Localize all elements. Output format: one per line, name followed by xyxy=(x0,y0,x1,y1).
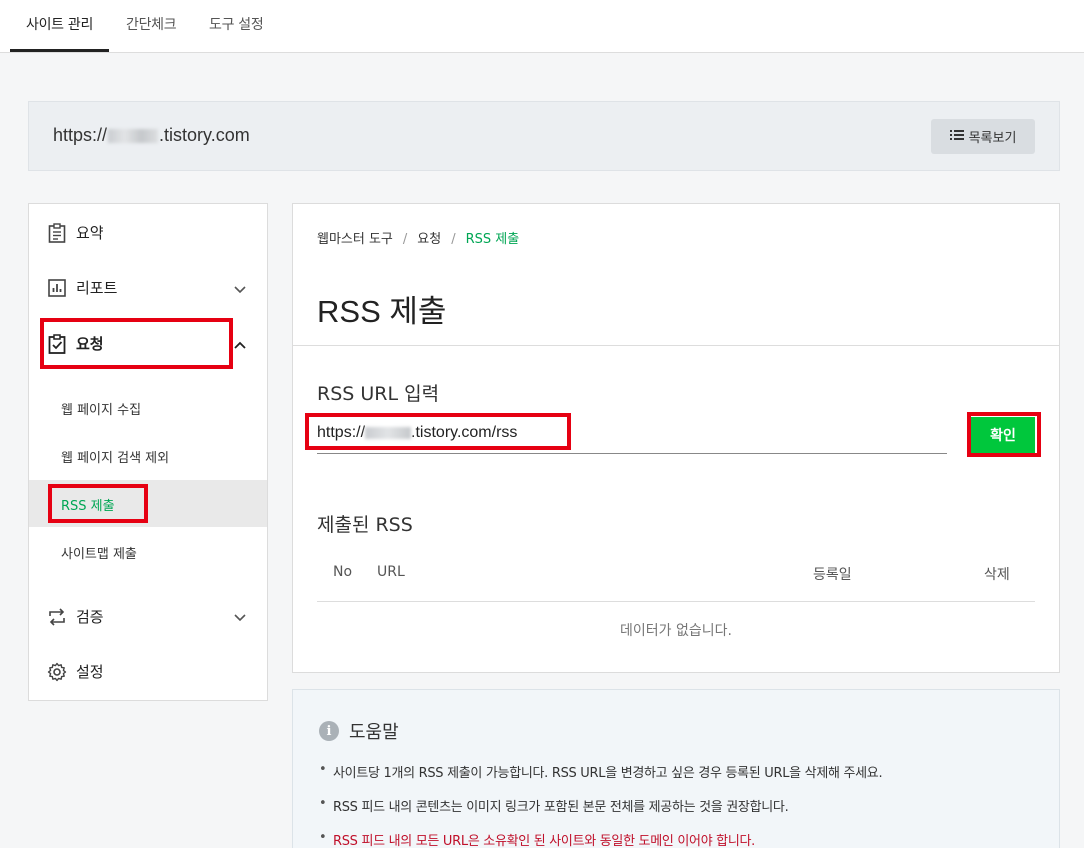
highlight-box xyxy=(48,484,148,523)
site-bar: https://.tistory.com 목록보기 xyxy=(28,101,1060,171)
sidebar-item-label: 검증 xyxy=(76,608,104,626)
help-item: 사이트당 1개의 RSS 제출이 가능합니다. RSS URL을 변경하고 싶은… xyxy=(317,762,883,781)
table-divider xyxy=(317,601,1035,602)
sidebar-item-label: 리포트 xyxy=(76,279,118,297)
highlight-box xyxy=(40,318,233,369)
help-box: i 도움말 사이트당 1개의 RSS 제출이 가능합니다. RSS URL을 변… xyxy=(292,689,1060,848)
chevron-up-icon[interactable] xyxy=(233,338,247,352)
site-url: https://.tistory.com xyxy=(53,125,250,145)
sidebar: 요약 리포트 요청 웹 페이지 수집 웹 페이지 검색 제외 RSS 제출 사이… xyxy=(28,203,268,701)
sidebar-item-label: 요약 xyxy=(76,224,104,242)
chevron-down-icon[interactable] xyxy=(233,282,247,296)
tab-site-management[interactable]: 사이트 관리 xyxy=(26,14,93,34)
help-item-warning: RSS 피드 내의 모든 URL은 소유확인 된 사이트와 동일한 도메인 이어… xyxy=(317,830,882,848)
tab-quick-check[interactable]: 간단체크 xyxy=(126,14,177,34)
sidebar-item-summary[interactable]: 요약 xyxy=(47,222,104,243)
column-header-no: No xyxy=(333,564,353,580)
help-title-text: 도움말 xyxy=(349,722,399,743)
clipboard-icon xyxy=(47,222,67,243)
submitted-rss-title: 제출된 RSS xyxy=(317,514,413,536)
gear-icon xyxy=(47,662,67,682)
top-navigation: 사이트 관리 간단체크 도구 설정 xyxy=(0,0,1084,53)
sidebar-item-verify[interactable]: 검증 xyxy=(47,606,104,627)
empty-table-message: 데이터가 없습니다. xyxy=(620,623,732,639)
help-list: 사이트당 1개의 RSS 제출이 가능합니다. RSS URL을 변경하고 싶은… xyxy=(317,762,883,848)
sidebar-item-settings[interactable]: 설정 xyxy=(47,661,104,682)
sidebar-item-label: 설정 xyxy=(76,663,104,681)
breadcrumb: 웹마스터 도구 / 요청 / RSS 제출 xyxy=(317,232,520,247)
highlight-box xyxy=(305,413,571,450)
column-header-delete: 삭제 xyxy=(984,567,1010,583)
breadcrumb-item[interactable]: 요청 xyxy=(417,232,441,247)
chevron-down-icon[interactable] xyxy=(233,610,247,624)
redacted-text xyxy=(108,129,159,144)
sidebar-subitem-sitemap[interactable]: 사이트맵 제출 xyxy=(61,543,137,562)
page-title: RSS 제출 xyxy=(317,294,447,329)
list-view-button[interactable]: 목록보기 xyxy=(931,119,1035,154)
rss-url-label: RSS URL 입력 xyxy=(317,383,440,405)
tab-tool-settings[interactable]: 도구 설정 xyxy=(209,14,264,34)
help-title: i 도움말 xyxy=(319,718,399,744)
column-header-date: 등록일 xyxy=(813,567,852,583)
active-tab-indicator xyxy=(10,49,109,52)
sidebar-subitem-search-exclude[interactable]: 웹 페이지 검색 제외 xyxy=(61,447,169,466)
highlight-box xyxy=(967,412,1041,457)
sidebar-subitem-page-collect[interactable]: 웹 페이지 수집 xyxy=(61,399,141,418)
breadcrumb-current: RSS 제출 xyxy=(465,232,520,247)
repeat-icon xyxy=(47,607,67,627)
help-item: RSS 피드 내의 콘텐츠는 이미지 링크가 포함된 본문 전체를 제공하는 것… xyxy=(317,796,882,815)
breadcrumb-item[interactable]: 웹마스터 도구 xyxy=(317,232,393,247)
list-view-label: 목록보기 xyxy=(968,131,1017,146)
info-icon: i xyxy=(319,721,339,741)
bar-chart-icon xyxy=(47,278,67,298)
sidebar-item-report[interactable]: 리포트 xyxy=(47,277,117,298)
column-header-url: URL xyxy=(377,564,405,580)
divider xyxy=(293,345,1059,346)
main-panel: 웹마스터 도구 / 요청 / RSS 제출 RSS 제출 RSS URL 입력 http… xyxy=(292,203,1060,673)
list-icon xyxy=(949,129,964,145)
